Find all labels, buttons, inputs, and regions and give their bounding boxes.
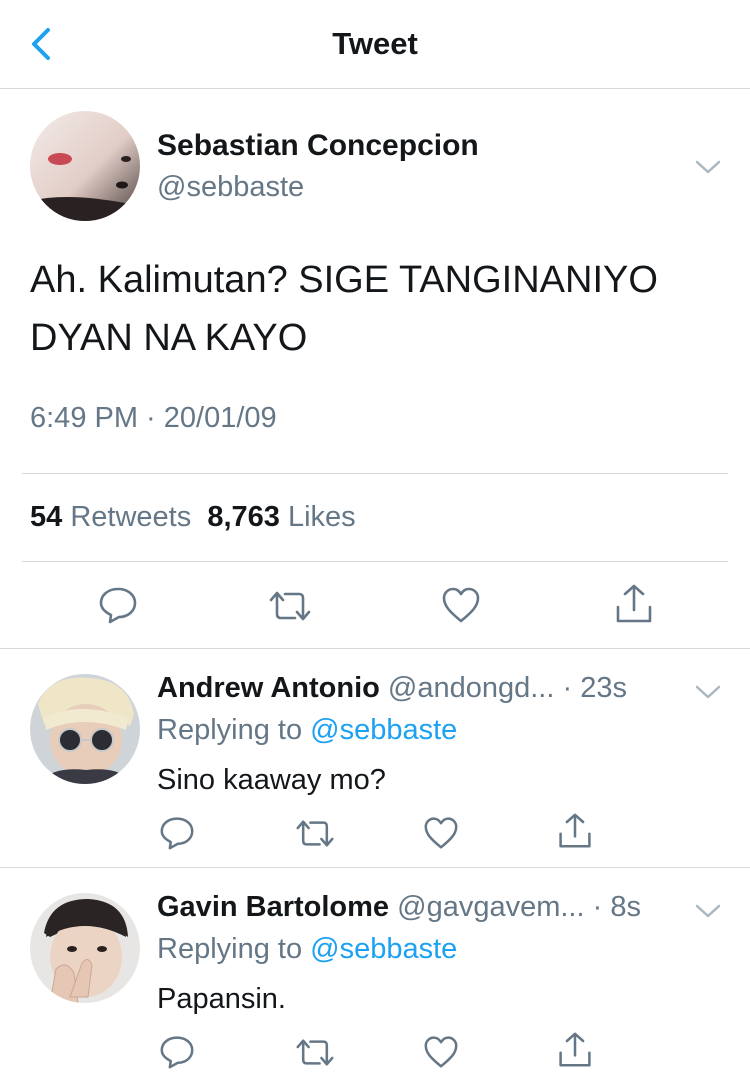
- reply-author-handle[interactable]: @gavgavem...: [397, 891, 584, 923]
- retweet-icon[interactable]: [295, 818, 335, 849]
- reply-text: Papansin.: [157, 983, 286, 1015]
- share-icon[interactable]: [614, 583, 654, 625]
- top-bar: Tweet: [0, 0, 750, 89]
- reply-tweet[interactable]: Andrew Antonio @andongd... · 23s Replyin…: [0, 650, 750, 868]
- reply-author-handle[interactable]: @andongd...: [388, 672, 555, 704]
- tweet-stats: 54 Retweets 8,763 Likes: [30, 501, 356, 534]
- reply-avatar[interactable]: [30, 893, 140, 1003]
- share-icon[interactable]: [557, 812, 593, 850]
- retweet-count: 54: [30, 501, 63, 533]
- retweet-icon[interactable]: [268, 589, 312, 623]
- mention-link[interactable]: @sebbaste: [310, 714, 457, 746]
- replying-to-line: Replying to @sebbaste: [157, 933, 457, 966]
- reply-options-button[interactable]: [693, 682, 723, 702]
- heart-icon[interactable]: [423, 816, 459, 850]
- reply-header: Andrew Antonio @andongd... · 23s: [157, 672, 627, 705]
- tweet-text: Ah. Kalimutan? SIGE TANGINANIYO DYAN NA …: [30, 259, 658, 359]
- share-icon[interactable]: [557, 1031, 593, 1069]
- author-avatar[interactable]: [30, 111, 140, 221]
- like-label: Likes: [287, 501, 356, 533]
- author-name[interactable]: Sebastian Concepcion: [157, 129, 479, 163]
- reply-time: · 23s: [562, 672, 627, 704]
- replying-to-label: Replying to: [157, 714, 303, 746]
- reply-time: · 8s: [592, 891, 641, 923]
- tweet-timestamp: 6:49 PM · 20/01/09: [30, 402, 277, 434]
- replying-to-label: Replying to: [157, 933, 303, 965]
- retweet-label: Retweets: [70, 501, 192, 533]
- page-title: Tweet: [332, 26, 418, 61]
- author-handle[interactable]: @sebbaste: [157, 171, 304, 204]
- chevron-down-icon: [695, 904, 721, 918]
- main-tweet: Sebastian Concepcion @sebbaste Ah. Kalim…: [0, 89, 750, 649]
- reply-tweet[interactable]: Gavin Bartolome @gavgavem... · 8s Replyi…: [0, 869, 750, 1084]
- mention-link[interactable]: @sebbaste: [310, 933, 457, 965]
- replying-to-line: Replying to @sebbaste: [157, 714, 457, 747]
- reply-icon[interactable]: [159, 816, 195, 850]
- tweet-options-button[interactable]: [693, 157, 723, 177]
- reply-icon[interactable]: [98, 586, 138, 624]
- like-count: 8,763: [207, 501, 280, 533]
- heart-icon[interactable]: [423, 1035, 459, 1069]
- divider: [22, 561, 728, 562]
- reply-avatar[interactable]: [30, 674, 140, 784]
- chevron-down-icon: [695, 685, 721, 699]
- retweet-icon[interactable]: [295, 1037, 335, 1068]
- chevron-down-icon: [695, 160, 721, 174]
- heart-icon[interactable]: [441, 586, 481, 624]
- retweets-stat[interactable]: 54 Retweets: [30, 501, 191, 533]
- reply-text: Sino kaaway mo?: [157, 764, 386, 796]
- reply-header: Gavin Bartolome @gavgavem... · 8s: [157, 891, 641, 924]
- reply-options-button[interactable]: [693, 901, 723, 921]
- reply-icon[interactable]: [159, 1035, 195, 1069]
- likes-stat[interactable]: 8,763 Likes: [207, 501, 355, 533]
- reply-author-name[interactable]: Gavin Bartolome: [157, 891, 389, 923]
- reply-author-name[interactable]: Andrew Antonio: [157, 672, 380, 704]
- divider: [22, 473, 728, 474]
